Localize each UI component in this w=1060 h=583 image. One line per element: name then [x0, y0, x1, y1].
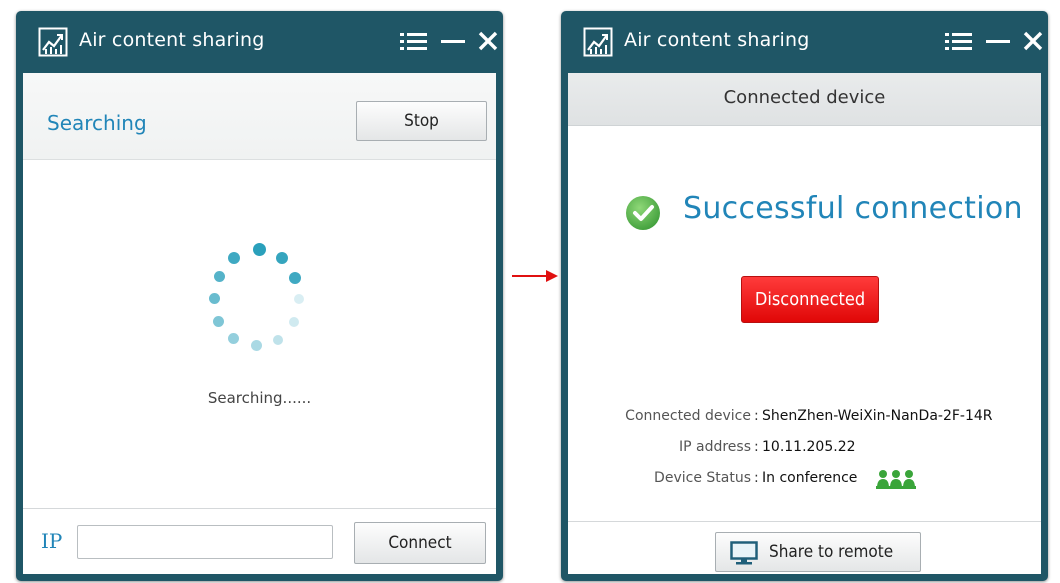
search-panel: Searching Stop Searching...... IP Connec… [23, 73, 496, 574]
separator: : [754, 408, 759, 424]
divider [568, 521, 1041, 522]
divider [23, 508, 496, 509]
title-bar[interactable]: Air content sharing [16, 11, 503, 73]
connect-button[interactable]: Connect [354, 522, 486, 564]
close-icon[interactable] [477, 29, 499, 53]
ip-label: IP [41, 529, 63, 553]
check-circle-icon [626, 196, 660, 230]
ip-input[interactable] [77, 525, 333, 559]
chart-icon [583, 27, 613, 57]
chart-icon [38, 27, 68, 57]
share-label: Share to remote [769, 542, 894, 562]
disconnect-button[interactable]: Disconnected [741, 276, 879, 323]
menu-icon[interactable] [945, 29, 973, 53]
search-status: Searching...... [207, 389, 312, 407]
search-header: Searching Stop [23, 73, 496, 160]
search-window: Air content sharing Searching Stop Searc… [16, 11, 503, 581]
menu-icon[interactable] [400, 29, 428, 53]
success-message: Successful connection [683, 191, 1023, 226]
transition-arrow-icon [512, 270, 558, 282]
device-key: Connected device [625, 408, 751, 424]
connected-window: Air content sharing Connected device Suc… [561, 11, 1048, 581]
loading-spinner-icon [203, 243, 313, 358]
window-title: Air content sharing [624, 29, 810, 51]
device-value: ShenZhen-WeiXin-NanDa-2F-14R [762, 408, 993, 424]
minimize-icon[interactable] [985, 29, 1011, 53]
connected-panel: Connected device Successful connection D… [568, 73, 1041, 574]
monitor-icon [730, 541, 758, 565]
stop-button[interactable]: Stop [356, 101, 487, 141]
info-row-status: Device Status : In conference [568, 470, 1041, 490]
info-row-device: Connected device : ShenZhen-WeiXin-NanDa… [568, 408, 1041, 428]
separator: : [754, 439, 759, 455]
close-icon[interactable] [1022, 29, 1044, 53]
share-to-remote-button[interactable]: Share to remote [715, 532, 921, 572]
ip-key: IP address [678, 439, 751, 455]
window-title: Air content sharing [79, 29, 265, 51]
status-value: In conference [762, 470, 858, 486]
connected-header: Connected device [568, 73, 1041, 126]
separator: : [754, 470, 759, 486]
status-key: Device Status [654, 470, 751, 486]
ip-value: 10.11.205.22 [762, 439, 856, 455]
info-row-ip: IP address : 10.11.205.22 [568, 439, 1041, 459]
people-icon [876, 470, 916, 489]
minimize-icon[interactable] [440, 29, 466, 53]
connected-header-label: Connected device [723, 87, 886, 108]
title-bar[interactable]: Air content sharing [561, 11, 1048, 73]
searching-title: Searching [47, 111, 147, 135]
